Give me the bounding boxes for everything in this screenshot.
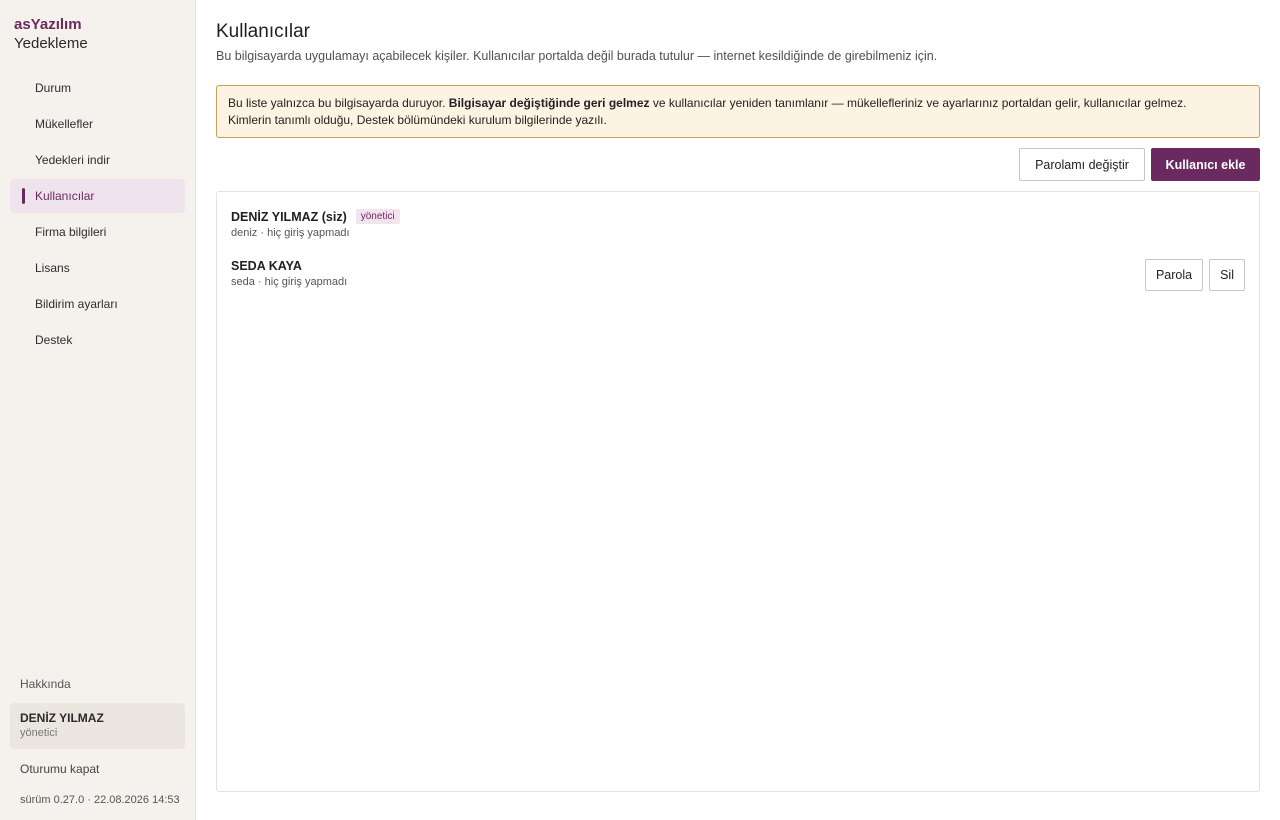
user-delete-button[interactable]: Sil xyxy=(1209,259,1245,291)
main-content: Kullanıcılar Bu bilgisayarda uygulamayı … xyxy=(216,0,1260,820)
user-name: SEDA KAYA xyxy=(231,259,302,273)
user-meta: seda · hiç giriş yapmadı xyxy=(231,276,348,288)
page-title: Kullanıcılar xyxy=(216,21,310,42)
version-text: sürüm 0.27.0 · 22.08.2026 14:53 xyxy=(20,794,180,806)
current-user-role: yönetici xyxy=(20,727,58,739)
sidebar-item-lisans[interactable]: Lisans xyxy=(10,251,185,285)
user-meta: deniz · hiç giriş yapmadı xyxy=(231,227,350,239)
role-badge: yönetici xyxy=(355,209,400,224)
user-name-row: DENİZ YILMAZ (siz) yönetici xyxy=(231,209,1245,224)
notice-text-1: Bu liste yalnızca bu bilgisayarda duruyo… xyxy=(228,96,446,110)
change-password-button[interactable]: Parolamı değiştir xyxy=(1019,148,1145,181)
warning-notice: Bu liste yalnızca bu bilgisayarda duruyo… xyxy=(216,85,1260,138)
app-title: Yedekleme xyxy=(14,35,88,52)
sidebar-item-bildirim-ayarlari[interactable]: Bildirim ayarları xyxy=(10,287,185,321)
sidebar-nav: Durum Mükellefler Yedekleri indir Kullan… xyxy=(10,71,185,359)
notice-bold-text: Bilgisayar değiştiğinde geri gelmez xyxy=(448,96,650,110)
brand: asYazılım Yedekleme xyxy=(14,15,88,54)
sidebar-item-yedekleri-indir[interactable]: Yedekleri indir xyxy=(10,143,185,177)
user-row: DENİZ YILMAZ (siz) yönetici deniz · hiç … xyxy=(231,209,1245,239)
sidebar-item-firma-bilgileri[interactable]: Firma bilgileri xyxy=(10,215,185,249)
user-name: DENİZ YILMAZ (siz) xyxy=(231,209,347,224)
notice-line-1: Bu liste yalnızca bu bilgisayarda duruyo… xyxy=(228,95,1248,112)
notice-line-2: Kimlerin tanımlı olduğu, Destek bölümünd… xyxy=(228,113,607,127)
page-subtitle: Bu bilgisayarda uygulamayı açabilecek ki… xyxy=(216,49,938,63)
sidebar-item-durum[interactable]: Durum xyxy=(10,71,185,105)
user-name-row: SEDA KAYA xyxy=(231,259,1245,273)
user-password-button[interactable]: Parola xyxy=(1144,259,1204,291)
sidebar-item-kullanicilar[interactable]: Kullanıcılar xyxy=(10,179,185,213)
sidebar-item-mukellefler[interactable]: Mükellefler xyxy=(10,107,185,141)
brand-logo-text: asYazılım xyxy=(14,16,82,33)
user-actions: Parola Sil xyxy=(1144,259,1245,291)
add-user-button[interactable]: Kullanıcı ekle xyxy=(1151,148,1260,181)
notice-text-2: ve kullanıcılar yeniden tanımlanır — mük… xyxy=(652,96,1187,110)
user-row: SEDA KAYA seda · hiç giriş yapmadı Parol… xyxy=(231,259,1245,291)
sidebar: asYazılım Yedekleme Durum Mükellefler Ye… xyxy=(0,0,196,820)
logout-link[interactable]: Oturumu kapat xyxy=(20,762,99,776)
current-user-card: DENİZ YILMAZ yönetici xyxy=(10,703,185,749)
about-link[interactable]: Hakkında xyxy=(20,677,71,691)
sidebar-item-destek[interactable]: Destek xyxy=(10,323,185,357)
current-user-name: DENİZ YILMAZ xyxy=(20,711,104,725)
user-list: DENİZ YILMAZ (siz) yönetici deniz · hiç … xyxy=(216,191,1260,792)
